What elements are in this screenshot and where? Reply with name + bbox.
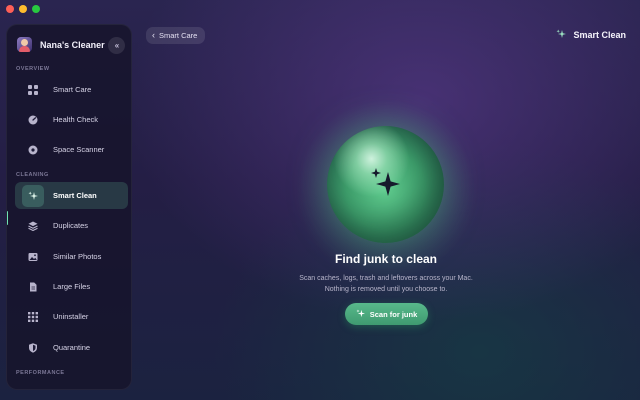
back-button[interactable]: ‹ Smart Care [146, 27, 206, 44]
collapse-sidebar-button[interactable]: « [108, 37, 125, 54]
sidebar-item-quarantine[interactable]: Quarantine [15, 334, 128, 361]
sidebar-item-duplicates[interactable]: Duplicates [15, 212, 128, 239]
grid-icon [25, 82, 41, 98]
file-icon [25, 279, 41, 295]
sidebar-item-label: Health Check [53, 115, 99, 124]
sidebar-item-space-scanner[interactable]: Space Scanner [15, 136, 128, 163]
sidebar-item-uninstaller[interactable]: Uninstaller [15, 303, 128, 330]
sidebar-item-smart-clean[interactable]: Smart Clean [15, 182, 128, 209]
profile[interactable]: Nana's Cleaner [17, 37, 105, 52]
sidebar-item-label: Large Files [53, 282, 91, 291]
sidebar-item-large-files[interactable]: Large Files [15, 273, 128, 300]
sidebar-item-smart-care[interactable]: Smart Care [15, 76, 128, 103]
sidebar-item-similar-photos[interactable]: Similar Photos [15, 243, 128, 270]
chevron-left-icon: ‹ [152, 30, 155, 40]
page-title-text: Smart Clean [573, 30, 626, 40]
sidebar-item-label: Similar Photos [53, 252, 102, 261]
avatar [17, 37, 32, 52]
sparkle-icon [356, 308, 365, 320]
description: Scan caches, logs, trash and leftovers a… [246, 274, 526, 295]
section-label-performance: PERFORMANCE [16, 370, 65, 376]
shield-icon [25, 340, 41, 356]
sparkle-icon [368, 166, 402, 205]
layers-icon [25, 218, 41, 234]
scan-button-label: Scan for junk [369, 309, 418, 319]
app-window: Nana's Cleaner « OVERVIEW Smart Care Hea… [0, 0, 640, 400]
headline: Find junk to clean [334, 252, 437, 266]
sidebar-item-label: Space Scanner [53, 145, 105, 154]
apps-grid-icon [25, 309, 41, 325]
disk-icon [25, 142, 41, 158]
sidebar-item-label: Quarantine [53, 343, 91, 352]
profile-name: Nana's Cleaner [40, 39, 105, 50]
section-label-overview: OVERVIEW [16, 66, 50, 72]
close-window-button[interactable] [6, 5, 14, 13]
page-title: Smart Clean [556, 29, 626, 41]
sparkle-icon [22, 184, 44, 207]
scan-for-junk-button[interactable]: Scan for junk [345, 303, 428, 325]
sidebar-item-label: Duplicates [53, 221, 89, 230]
sidebar-item-label: Smart Care [53, 85, 92, 94]
minimize-window-button[interactable] [19, 5, 27, 13]
photo-icon [25, 249, 41, 265]
back-button-label: Smart Care [159, 31, 198, 40]
description-line-2: Nothing is removed until you choose to. [324, 285, 448, 293]
description-line-1: Scan caches, logs, trash and leftovers a… [299, 275, 473, 282]
zoom-window-button[interactable] [32, 5, 40, 13]
window-controls [6, 5, 40, 13]
sidebar: Nana's Cleaner « OVERVIEW Smart Care Hea… [6, 24, 132, 390]
gauge-icon [25, 112, 41, 128]
active-indicator [7, 211, 8, 225]
sidebar-item-label: Uninstaller [53, 312, 89, 321]
double-chevron-left-icon: « [114, 41, 120, 50]
sparkle-icon [556, 29, 567, 41]
sidebar-item-label: Smart Clean [53, 191, 97, 200]
section-label-cleaning: CLEANING [16, 172, 49, 178]
sidebar-item-health-check[interactable]: Health Check [15, 106, 128, 133]
